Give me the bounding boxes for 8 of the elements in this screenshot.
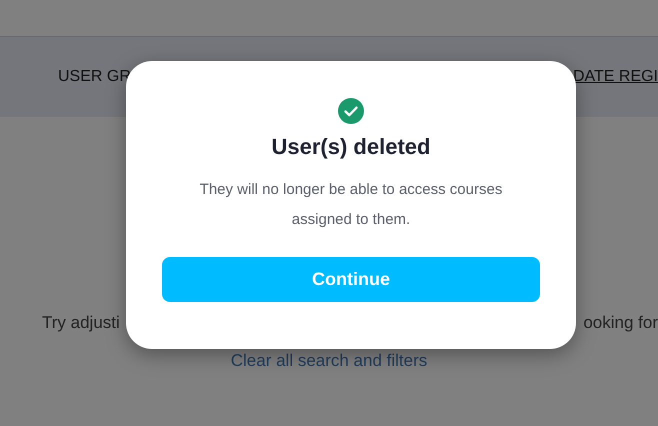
column-header[interactable]: DATE REGI	[572, 65, 658, 89]
check-circle-icon	[338, 98, 364, 124]
dialog-message: They will no longer be able to access courses assigned to them.	[198, 180, 504, 230]
empty-message: ooking for	[583, 312, 658, 334]
empty-message: Try adjusti	[42, 312, 120, 334]
continue-button[interactable]: Continue	[162, 257, 540, 302]
clear-filters-link[interactable]: Clear all search and filters	[230, 348, 428, 373]
dialog-title: User(s) deleted	[272, 133, 430, 161]
